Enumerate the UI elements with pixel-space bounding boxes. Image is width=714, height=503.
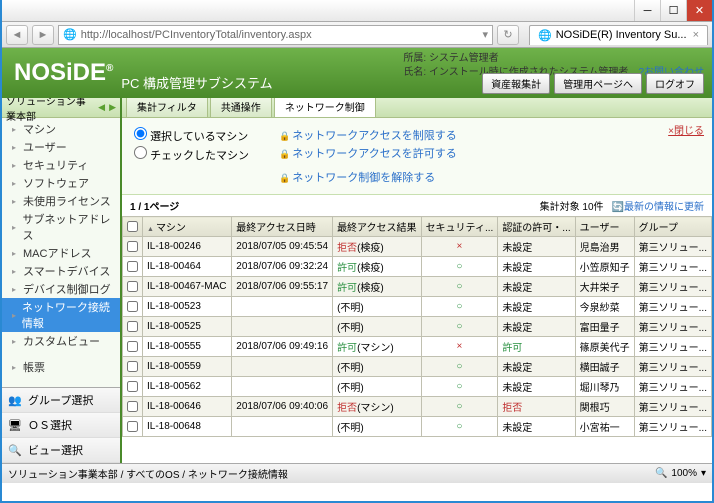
admin-page-button[interactable]: 管理用ページへ [554, 73, 642, 94]
row-checkbox[interactable] [127, 321, 138, 332]
main-tabs: 集計フィルタ共通操作ネットワーク制御 [122, 98, 712, 118]
row-checkbox[interactable] [127, 301, 138, 312]
refresh-button[interactable]: ↻ [497, 25, 519, 45]
column-header[interactable]: ユーザー [575, 217, 634, 237]
radio-selected-machine[interactable]: 選択しているマシン [134, 126, 249, 145]
asset-report-button[interactable]: 資産報集計 [482, 73, 550, 94]
nav-item[interactable]: ユーザー [2, 138, 120, 156]
nav-item[interactable]: デバイス制御ログ [2, 280, 120, 298]
status-bar: ソリューション事業本部 / すべてのOS / ネットワーク接続情報 🔍 100%… [2, 463, 712, 483]
table-row[interactable]: IL-18-002462018/07/05 09:45:54拒否(検疫)×未設定… [123, 237, 712, 257]
refresh-link[interactable]: 🔄最新の情報に更新 [612, 198, 704, 213]
row-checkbox[interactable] [127, 401, 138, 412]
close-button[interactable]: ✕ [686, 0, 712, 21]
logoff-button[interactable]: ログオフ [646, 73, 704, 94]
allow-access-link[interactable]: ネットワークアクセスを許可する [279, 144, 457, 162]
row-checkbox[interactable] [127, 421, 138, 432]
row-checkbox[interactable] [127, 281, 138, 292]
sidebar-header[interactable]: ソリューション事業本部 ◀ ▶ [2, 98, 120, 118]
app-header: NOSiDE® PC 構成管理サブシステム 所属: システム管理者 氏名: イン… [2, 48, 712, 98]
breadcrumb: ソリューション事業本部 / すべてのOS / ネットワーク接続情報 [8, 466, 288, 481]
logo: NOSiDE® [2, 59, 113, 87]
column-header[interactable] [123, 217, 143, 237]
window-titlebar: ─ ☐ ✕ [2, 0, 712, 22]
nav-item[interactable]: マシン [2, 120, 120, 138]
column-header[interactable]: マシン [143, 217, 232, 237]
nav-item[interactable]: ネットワーク接続情報 [2, 298, 120, 332]
select-all-checkbox[interactable] [127, 221, 138, 232]
table-row[interactable]: IL-18-006462018/07/06 09:40:06拒否(マシン)○拒否… [123, 397, 712, 417]
table-row[interactable]: IL-18-00467-MAC2018/07/06 09:55:17許可(検疫)… [123, 277, 712, 297]
foot-icon: 👥 [8, 393, 22, 407]
restrict-access-link[interactable]: ネットワークアクセスを制限する [279, 126, 457, 144]
data-grid[interactable]: マシン最終アクセス日時最終アクセス結果セキュリティ...認証の許可・...ユーザ… [122, 216, 712, 463]
app-subtitle: PC 構成管理サブシステム [121, 73, 272, 92]
page-indicator: 1 / 1ページ [130, 198, 179, 213]
address-bar: ◄ ► 🌐 http://localhost/PCInventoryTotal/… [2, 22, 712, 48]
row-checkbox[interactable] [127, 361, 138, 372]
nav-item[interactable]: カスタムビュー [2, 332, 120, 350]
table-row[interactable]: IL-18-00648(不明)○未設定小宮祐一第三ソリュー... [123, 417, 712, 437]
zoom-control[interactable]: 🔍 100% ▾ [655, 468, 706, 479]
minimize-button[interactable]: ─ [634, 0, 660, 21]
column-header[interactable]: セキュリティ... [421, 217, 498, 237]
url-text: http://localhost/PCInventoryTotal/invent… [81, 29, 312, 41]
collapse-right-icon[interactable]: ▶ [109, 102, 116, 113]
filter-panel: 選択しているマシン チェックしたマシン ネットワークアクセスを制限する ネットワ… [122, 118, 712, 195]
remove-control-link[interactable]: ネットワーク制御を解除する [279, 168, 457, 186]
pager-bar: 1 / 1ページ 集計対象 10件 🔄最新の情報に更新 [122, 195, 712, 216]
maximize-button[interactable]: ☐ [660, 0, 686, 21]
foot-icon: 🔍 [8, 443, 22, 457]
nav-item[interactable]: スマートデバイス [2, 262, 120, 280]
row-checkbox[interactable] [127, 381, 138, 392]
table-row[interactable]: IL-18-00523(不明)○未設定今泉紗菜第三ソリュー... [123, 297, 712, 317]
foot-icon: 🖥 [8, 418, 22, 432]
url-input[interactable]: 🌐 http://localhost/PCInventoryTotal/inve… [58, 25, 493, 45]
sidebar-foot-item[interactable]: 🔍ビュー選択 [2, 438, 120, 463]
main-tab[interactable]: 共通操作 [210, 95, 272, 117]
row-checkbox[interactable] [127, 261, 138, 272]
nav-item[interactable]: セキュリティ [2, 156, 120, 174]
main-tab[interactable]: 集計フィルタ [126, 95, 208, 117]
panel-close-link[interactable]: ×閉じる [668, 122, 704, 137]
table-row[interactable]: IL-18-005552018/07/06 09:49:16許可(マシン)×許可… [123, 337, 712, 357]
forward-button[interactable]: ► [32, 25, 54, 45]
nav-item[interactable]: ソフトウェア [2, 174, 120, 192]
globe-icon: 🌐 [63, 28, 77, 41]
sidebar-footer: 👥グループ選択🖥ＯＳ選択🔍ビュー選択 [2, 387, 120, 463]
row-count: 集計対象 10件 [540, 198, 604, 213]
back-button[interactable]: ◄ [6, 25, 28, 45]
column-header[interactable]: グループ [634, 217, 711, 237]
nav-item[interactable]: 未使用ライセンス [2, 192, 120, 210]
page-icon: 🌐 [538, 29, 552, 42]
nav-item[interactable]: MACアドレス [2, 244, 120, 262]
row-checkbox[interactable] [127, 241, 138, 252]
table-row[interactable]: IL-18-00525(不明)○未設定富田量子第三ソリュー... [123, 317, 712, 337]
main-tab[interactable]: ネットワーク制御 [274, 95, 376, 117]
collapse-left-icon[interactable]: ◀ [98, 102, 105, 113]
column-header[interactable]: 最終アクセス日時 [232, 217, 333, 237]
dropdown-icon[interactable]: ▾ [483, 28, 489, 41]
tab-title: NOSiDE(R) Inventory Su... [556, 29, 687, 41]
sidebar-foot-item[interactable]: 👥グループ選択 [2, 388, 120, 413]
row-checkbox[interactable] [127, 341, 138, 352]
column-header[interactable]: 認証の許可・... [498, 217, 575, 237]
nav-tree: マシンユーザーセキュリティソフトウェア未使用ライセンスサブネットアドレスMACア… [2, 118, 120, 387]
sidebar: ソリューション事業本部 ◀ ▶ マシンユーザーセキュリティソフトウェア未使用ライ… [2, 98, 122, 463]
browser-tab[interactable]: 🌐 NOSiDE(R) Inventory Su... × [529, 25, 708, 45]
main-area: 集計フィルタ共通操作ネットワーク制御 選択しているマシン チェックしたマシン ネ… [122, 98, 712, 463]
zoom-dropdown-icon[interactable]: ▾ [701, 468, 706, 479]
tab-close-icon[interactable]: × [693, 29, 699, 41]
nav-item[interactable]: サブネットアドレス [2, 210, 120, 244]
table-row[interactable]: IL-18-00559(不明)○未設定横田誠子第三ソリュー... [123, 357, 712, 377]
sidebar-foot-item[interactable]: 🖥ＯＳ選択 [2, 413, 120, 438]
table-row[interactable]: IL-18-004642018/07/06 09:32:24許可(検疫)○未設定… [123, 257, 712, 277]
column-header[interactable]: 最終アクセス結果 [333, 217, 422, 237]
zoom-value: 100% [671, 468, 697, 479]
nav-item[interactable]: 帳票 [2, 358, 120, 376]
zoom-icon: 🔍 [655, 468, 667, 479]
table-row[interactable]: IL-18-00562(不明)○未設定堀川琴乃第三ソリュー... [123, 377, 712, 397]
radio-checked-machine[interactable]: チェックしたマシン [134, 145, 249, 164]
